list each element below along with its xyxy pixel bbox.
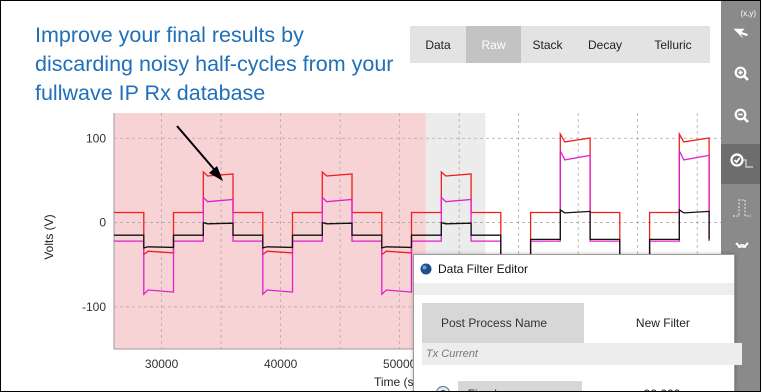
cursor-xy-button[interactable]: (x,y) xyxy=(721,9,760,49)
tab-decay[interactable]: Decay xyxy=(574,26,636,63)
zoom-in-button[interactable] xyxy=(721,59,760,93)
filter-select-button[interactable] xyxy=(721,144,760,184)
post-process-name-field[interactable]: New Filter xyxy=(584,303,742,343)
y-tick-label: 0 xyxy=(99,216,106,230)
zoom-out-button[interactable] xyxy=(721,101,760,135)
post-process-name-label: Post Process Name xyxy=(422,303,584,343)
screenshot-frame: 100 0 -100 30000 40000 50000 Volts (V) Time (… xyxy=(0,0,761,392)
fixed-value-field[interactable]: 90.000 xyxy=(582,381,742,391)
promo-caption: Improve your final results by discarding… xyxy=(35,23,394,105)
y-tick-label: -100 xyxy=(82,300,106,314)
y-axis-label: Volts (V) xyxy=(42,214,56,260)
dialog-header-band xyxy=(414,283,734,295)
waveform-icon xyxy=(730,196,754,227)
post-process-row: Post Process Name New Filter xyxy=(422,303,742,343)
tab-raw[interactable]: Raw xyxy=(466,26,521,63)
view-tabs: Data Raw Stack Decay Telluric xyxy=(410,26,710,63)
filter-select-icon xyxy=(729,151,755,178)
collapse-icon xyxy=(734,241,750,260)
dialog-title-bar[interactable]: Data Filter Editor xyxy=(414,255,734,283)
tab-data[interactable]: Data xyxy=(410,26,466,63)
zoom-out-icon xyxy=(734,108,750,129)
waveform-button[interactable] xyxy=(721,191,760,231)
cursor-xy-label: (x,y) xyxy=(740,9,757,18)
app-logo-icon xyxy=(420,263,432,275)
highlighted-halfcycles-region xyxy=(114,113,426,349)
fixed-label: Fixed xyxy=(457,381,583,391)
x-tick-label: 50000 xyxy=(383,357,417,371)
x-axis-label: Time (s xyxy=(374,375,414,389)
x-tick-label: 30000 xyxy=(145,357,179,371)
y-tick-label: 100 xyxy=(86,131,106,145)
tab-stack[interactable]: Stack xyxy=(521,26,574,63)
zoom-in-icon xyxy=(734,66,750,87)
dialog-title: Data Filter Editor xyxy=(438,262,529,276)
data-filter-editor-dialog: Data Filter Editor Post Process Name New… xyxy=(413,254,742,391)
cursor-xy-icon: (x,y) xyxy=(727,9,757,47)
fixed-radio-button[interactable] xyxy=(436,386,450,391)
tab-telluric[interactable]: Telluric xyxy=(636,26,710,63)
tx-current-section: Tx Current xyxy=(422,343,742,365)
x-tick-label: 40000 xyxy=(264,357,298,371)
fixed-current-row: Fixed 90.000 xyxy=(422,381,742,391)
